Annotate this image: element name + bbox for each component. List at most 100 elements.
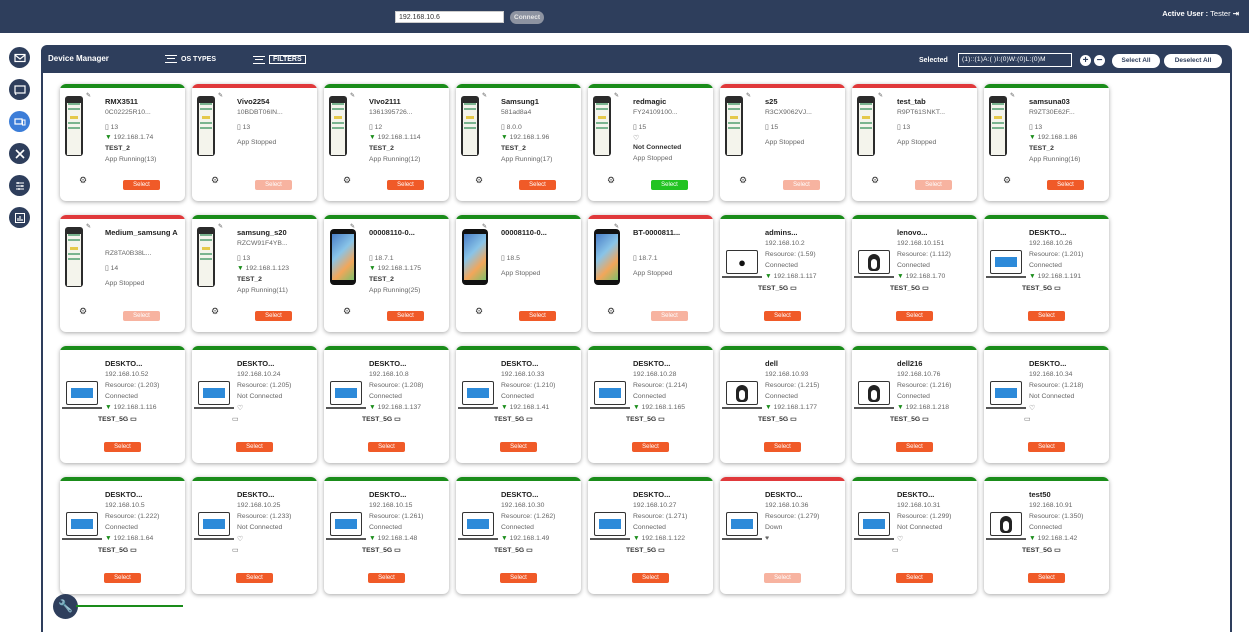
device-card[interactable]: dell216 192.168.10.76 Resource: (1.216) Con… <box>852 346 977 463</box>
select-button[interactable]: Select <box>123 311 160 321</box>
ip-address-input[interactable]: 192.168.10.6 <box>395 11 504 23</box>
select-button[interactable]: Select <box>896 442 933 452</box>
wrench-icon[interactable]: 🔧 <box>53 594 78 619</box>
edit-icon[interactable]: ✎ <box>746 92 751 99</box>
select-button[interactable]: Select <box>500 442 537 452</box>
device-card[interactable]: dell 192.168.10.93 Resource: (1.215) Connec… <box>720 346 845 463</box>
device-card[interactable]: ✎ Samsung1 581ad8a4 ▯ 8.0.0 ▼ 192.168.1.96 TE… <box>456 84 581 201</box>
reports-icon[interactable] <box>9 207 30 228</box>
gear-icon[interactable]: ⚙ <box>1003 175 1011 186</box>
device-card[interactable]: DESKTO... 192.168.10.33 Resource: (1.210) C… <box>456 346 581 463</box>
gear-icon[interactable]: ⚙ <box>343 175 351 186</box>
edit-icon[interactable]: ✎ <box>350 92 355 99</box>
select-button[interactable]: Select <box>1028 311 1065 321</box>
device-card[interactable]: ✎ samsuna03 R9ZT30E62F... ▯ 13 ▼ 192.168.1.8… <box>984 84 1109 201</box>
device-card[interactable]: DESKTO... 192.168.10.30 Resource: (1.262) C… <box>456 477 581 594</box>
select-button[interactable]: Select <box>896 573 933 583</box>
device-card[interactable]: DESKTO... 192.168.10.5 Resource: (1.222) Co… <box>60 477 185 594</box>
edit-icon[interactable]: ✎ <box>350 223 355 230</box>
select-button[interactable]: Select <box>1028 442 1065 452</box>
select-button[interactable]: Select <box>500 573 537 583</box>
select-button[interactable]: Select <box>632 573 669 583</box>
select-button[interactable]: Select <box>651 180 688 190</box>
edit-icon[interactable]: ✎ <box>1010 92 1015 99</box>
device-card[interactable]: ✎ 00008110-0... ▯ 18.7.1 ▼ 192.168.1.175 TES… <box>324 215 449 332</box>
gear-icon[interactable]: ⚙ <box>79 175 87 186</box>
select-button[interactable]: Select <box>104 442 141 452</box>
device-card[interactable]: DESKTO... 192.168.10.34 Resource: (1.218) N… <box>984 346 1109 463</box>
add-icon[interactable]: + <box>1080 55 1091 66</box>
device-card[interactable]: DESKTO... 192.168.10.36 Resource: (1.279) D… <box>720 477 845 594</box>
select-button[interactable]: Select <box>387 311 424 321</box>
devices-icon[interactable] <box>9 111 30 132</box>
select-button[interactable]: Select <box>368 442 405 452</box>
device-card[interactable]: test50 192.168.10.91 Resource: (1.350) Conn… <box>984 477 1109 594</box>
device-card[interactable]: DESKTO... 192.168.10.31 Resource: (1.299) N… <box>852 477 977 594</box>
select-all-button[interactable]: Select All <box>1112 54 1160 68</box>
select-button[interactable]: Select <box>123 180 160 190</box>
gear-icon[interactable]: ⚙ <box>79 306 87 317</box>
edit-icon[interactable]: ✎ <box>218 223 223 230</box>
filters-button[interactable]: FILTERS <box>253 55 306 64</box>
select-button[interactable]: Select <box>651 311 688 321</box>
remove-icon[interactable]: − <box>1094 55 1105 66</box>
gear-icon[interactable]: ⚙ <box>739 175 747 186</box>
device-card[interactable]: DESKTO... 192.168.10.8 Resource: (1.208) Co… <box>324 346 449 463</box>
connect-button[interactable]: Connect <box>510 11 544 24</box>
device-card[interactable]: ✎ BT-0000811... ▯ 18.7.1 App Stopped ⚙ Select <box>588 215 713 332</box>
gear-icon[interactable]: ⚙ <box>343 306 351 317</box>
device-card[interactable]: ✎ VIvo2111 1361395726... ▯ 12 ▼ 192.168.1.11… <box>324 84 449 201</box>
device-card[interactable]: DESKTO... 192.168.10.27 Resource: (1.271) C… <box>588 477 713 594</box>
edit-icon[interactable]: ✎ <box>86 92 91 99</box>
device-card[interactable]: ✎ redmagic FY24109100... ▯ 15 ♡ Not Connected… <box>588 84 713 201</box>
device-card[interactable]: DESKTO... 192.168.10.26 Resource: (1.201) C… <box>984 215 1109 332</box>
sliders-icon[interactable] <box>9 175 30 196</box>
device-card[interactable]: ● admins... 192.168.10.2 Resource: (1.59) Co… <box>720 215 845 332</box>
tools-icon[interactable] <box>9 143 30 164</box>
device-card[interactable]: ✎ samsung_s20 RZCW91F4YB... ▯ 13 ▼ 192.168.1… <box>192 215 317 332</box>
edit-icon[interactable]: ✎ <box>614 92 619 99</box>
select-button[interactable]: Select <box>387 180 424 190</box>
device-card[interactable]: ✎ Vivo2254 10BDBT06IN... ▯ 13 App Stopped ⚙ Se… <box>192 84 317 201</box>
edit-icon[interactable]: ✎ <box>86 223 91 230</box>
device-card[interactable]: ✎ 00008110-0... ▯ 18.5 App Stopped ⚙ Select <box>456 215 581 332</box>
gear-icon[interactable]: ⚙ <box>475 175 483 186</box>
select-button[interactable]: Select <box>764 311 801 321</box>
gear-icon[interactable]: ⚙ <box>607 175 615 186</box>
mail-icon[interactable] <box>9 47 30 68</box>
select-button[interactable]: Select <box>896 311 933 321</box>
edit-icon[interactable]: ✎ <box>482 223 487 230</box>
device-card[interactable]: DESKTO... 192.168.10.24 Resource: (1.205) N… <box>192 346 317 463</box>
edit-icon[interactable]: ✎ <box>218 92 223 99</box>
device-card[interactable]: ✎ RMX3511 0C02225R10... ▯ 13 ▼ 192.168.1.74 T… <box>60 84 185 201</box>
select-button[interactable]: Select <box>104 573 141 583</box>
edit-icon[interactable]: ✎ <box>482 92 487 99</box>
select-button[interactable]: Select <box>255 311 292 321</box>
device-card[interactable]: DESKTO... 192.168.10.15 Resource: (1.261) C… <box>324 477 449 594</box>
select-button[interactable]: Select <box>1047 180 1084 190</box>
device-card[interactable]: ✎ Medium_samsung A RZ8TA0B38L... ▯ 14 App St… <box>60 215 185 332</box>
os-types-filter[interactable]: OS TYPES <box>165 55 216 63</box>
select-button[interactable]: Select <box>519 311 556 321</box>
select-button[interactable]: Select <box>915 180 952 190</box>
gear-icon[interactable]: ⚙ <box>211 306 219 317</box>
device-card[interactable]: DESKTO... 192.168.10.25 Resource: (1.233) N… <box>192 477 317 594</box>
gear-icon[interactable]: ⚙ <box>211 175 219 186</box>
edit-icon[interactable]: ✎ <box>614 223 619 230</box>
select-button[interactable]: Select <box>519 180 556 190</box>
select-button[interactable]: Select <box>236 442 273 452</box>
device-card[interactable]: DESKTO... 192.168.10.52 Resource: (1.203) C… <box>60 346 185 463</box>
device-card[interactable]: ✎ test_tab R9PT61SNKT... ▯ 13 App Stopped ⚙ Se… <box>852 84 977 201</box>
select-button[interactable]: Select <box>255 180 292 190</box>
device-card[interactable]: lenovo... 192.168.10.151 Resource: (1.112)… <box>852 215 977 332</box>
device-card[interactable]: DESKTO... 192.168.10.28 Resource: (1.214) C… <box>588 346 713 463</box>
select-button[interactable]: Select <box>764 573 801 583</box>
edit-icon[interactable]: ✎ <box>878 92 883 99</box>
deselect-all-button[interactable]: Deselect All <box>1164 54 1222 68</box>
select-button[interactable]: Select <box>236 573 273 583</box>
logout-icon[interactable]: ⇥ <box>1233 9 1239 18</box>
gear-icon[interactable]: ⚙ <box>871 175 879 186</box>
select-button[interactable]: Select <box>368 573 405 583</box>
select-button[interactable]: Select <box>1028 573 1065 583</box>
select-button[interactable]: Select <box>783 180 820 190</box>
